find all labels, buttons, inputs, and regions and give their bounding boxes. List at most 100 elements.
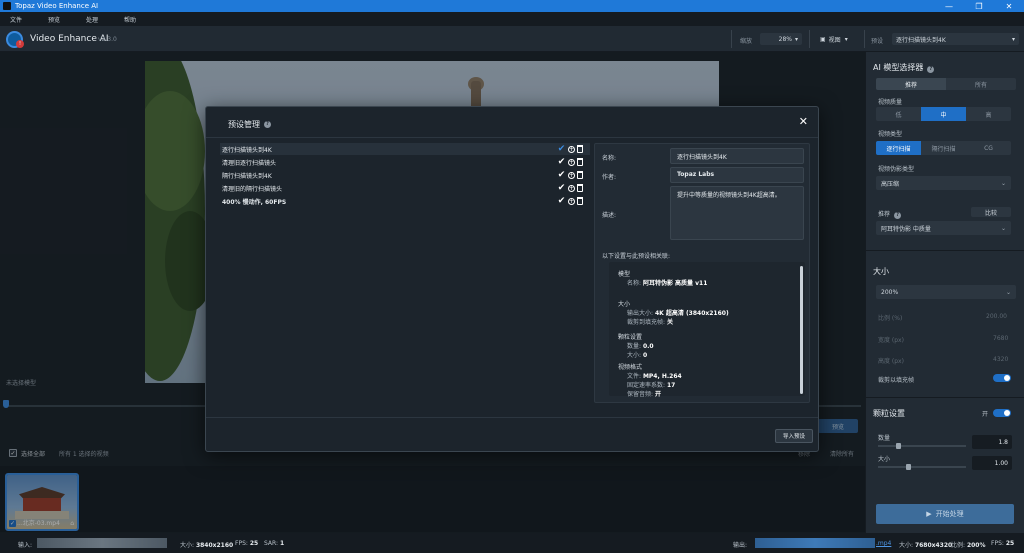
output-ratio-key: 比例: — [951, 542, 967, 549]
zoom-label: 缩放 — [740, 38, 753, 45]
status-bar: 输入: 大小: 3840x2160 FPS: 25 SAR: 1 输出: .mp… — [0, 533, 1024, 553]
author-field[interactable]: Topaz Labs — [670, 167, 804, 183]
delete-icon[interactable] — [577, 145, 583, 153]
settings-scrollbar[interactable] — [800, 266, 803, 394]
type-cg[interactable]: CG — [966, 141, 1011, 155]
apply-check-icon[interactable]: ✔ — [557, 157, 566, 167]
tab-all[interactable]: 所有 — [946, 78, 1016, 90]
grain-size-slider-knob[interactable] — [906, 464, 911, 470]
quality-medium[interactable]: 中 — [921, 107, 966, 121]
preset-list: 逐行扫描镜头到4K ✔ + 清理旧逐行扫描镜头 ✔ + 隔行扫描镜头到4K ✔ + 清… — [220, 143, 590, 417]
settings-row: 裁剪到填充帧: 关 — [618, 318, 729, 327]
duplicate-icon[interactable]: + — [568, 145, 575, 153]
apply-check-icon[interactable]: ✔ — [557, 183, 566, 193]
delete-icon[interactable] — [577, 184, 583, 192]
close-dialog-icon[interactable]: ✕ — [799, 115, 808, 128]
settings-group-size: 大小 输出大小: 4K 超高清 (3840x2160) 裁剪到填充帧: 关 — [618, 300, 729, 327]
settings-value: 4K 超高清 (3840x2160) — [654, 310, 729, 317]
type-progressive[interactable]: 逐行扫描 — [876, 141, 921, 155]
menu-preview[interactable]: 预览 — [48, 15, 60, 24]
title-bar: Topaz Video Enhance AI — ❐ ✕ — [0, 0, 1024, 12]
recommended-model-value: 阿耳特伪影 中质量 — [881, 225, 931, 233]
duplicate-icon[interactable]: + — [568, 184, 575, 192]
author-value: Topaz Labs — [677, 171, 715, 178]
view-icon: ▣ — [820, 35, 826, 43]
scale-label: 比例 (%) — [878, 315, 903, 322]
amount-slider-knob[interactable] — [896, 443, 901, 449]
preset-name: 清理旧逐行扫描镜头 — [222, 159, 277, 167]
name-field[interactable]: 逐行扫描镜头到4K — [670, 148, 804, 164]
output-size: 大小: 7680x4320 — [899, 540, 952, 549]
apply-check-icon[interactable]: ✔ — [557, 196, 566, 206]
associated-settings-label: 以下设置与此预设相关联: — [602, 253, 671, 260]
type-interlaced[interactable]: 隔行扫描 — [921, 141, 966, 155]
apply-check-icon[interactable]: ✔ — [557, 170, 566, 180]
close-window-button[interactable]: ✕ — [994, 0, 1024, 12]
delete-icon[interactable] — [577, 197, 583, 205]
input-label: 输入: — [18, 542, 33, 549]
input-size: 大小: 3840x2160 — [180, 540, 233, 549]
zoom-select[interactable]: 28% ▾ — [760, 33, 802, 45]
grain-size-input[interactable]: 1.00 — [972, 456, 1012, 470]
preset-row[interactable]: 清理旧的隔行扫描镜头 ✔ + — [220, 182, 590, 194]
minimize-button[interactable]: — — [934, 0, 964, 12]
menu-help[interactable]: 帮助 — [124, 15, 136, 24]
preset-row[interactable]: 逐行扫描镜头到4K ✔ + — [220, 143, 590, 155]
settings-group-heading: 模型 — [618, 271, 631, 278]
duplicate-icon[interactable]: + — [568, 171, 575, 179]
preset-row[interactable]: 400% 慢动作, 60FPS ✔ + — [220, 195, 590, 207]
amount-slider[interactable] — [878, 443, 966, 449]
import-preset-button[interactable]: 导入预设 — [775, 429, 813, 443]
ai-model-selector-text: AI 模型选择器 — [873, 63, 924, 72]
start-processing-label: 开始处理 — [935, 510, 964, 518]
grain-toggle[interactable] — [993, 409, 1011, 417]
compare-button[interactable]: 比较 — [971, 207, 1011, 217]
output-ratio: 比例: 200% — [951, 540, 985, 549]
output-file-link[interactable]: .mp4 — [876, 540, 891, 547]
divider — [866, 397, 1024, 398]
settings-key: 保留音频: — [627, 391, 655, 398]
height-label: 高度 (px) — [878, 358, 904, 365]
input-sar: SAR: 1 — [264, 540, 284, 547]
settings-key: 输出大小: — [627, 310, 655, 317]
preset-row[interactable]: 隔行扫描镜头到4K ✔ + — [220, 169, 590, 181]
tab-recommended[interactable]: 推荐 — [876, 78, 946, 90]
duplicate-icon[interactable]: + — [568, 197, 575, 205]
view-select[interactable]: ▣ 视图 ▾ — [816, 33, 858, 45]
recommend-text: 推荐 — [878, 211, 891, 218]
help-icon[interactable]: ? — [894, 212, 902, 219]
duplicate-icon[interactable]: + — [568, 158, 575, 166]
maximize-button[interactable]: ❐ — [964, 0, 994, 12]
quality-high[interactable]: 高 — [966, 107, 1011, 121]
applied-check-icon[interactable]: ✔ — [557, 144, 566, 154]
description-field[interactable]: 提升中等质量的视频镜头到4K超高清。 — [670, 186, 804, 240]
amount-input[interactable]: 1.8 — [972, 435, 1012, 449]
quality-low[interactable]: 低 — [876, 107, 921, 121]
help-icon[interactable]: ? — [264, 121, 271, 128]
input-path — [37, 538, 167, 548]
divider — [809, 30, 810, 48]
size-select[interactable]: 200% ⌄ — [876, 285, 1016, 299]
settings-row: 文件: MP4, H.264 — [618, 372, 682, 381]
chevron-down-icon: ▾ — [794, 35, 798, 43]
settings-row: 保留音频: 开 — [618, 390, 682, 399]
menu-file[interactable]: 文件 — [10, 15, 22, 24]
delete-icon[interactable] — [577, 171, 583, 179]
associated-settings-list: 模型 名称: 阿耳特伪影 高质量 v11 大小 输出大小: 4K 超高清 (38… — [609, 262, 805, 399]
artifact-type-select[interactable]: 高压缩 ⌄ — [876, 176, 1011, 190]
output-ratio-value: 200% — [966, 542, 986, 549]
settings-row: 大小: 0 — [618, 351, 654, 360]
preset-row[interactable]: 清理旧逐行扫描镜头 ✔ + — [220, 156, 590, 168]
menu-process[interactable]: 处理 — [86, 15, 98, 24]
recommended-model-select[interactable]: 阿耳特伪影 中质量 ⌄ — [876, 221, 1011, 235]
output-size-key: 大小: — [899, 542, 915, 549]
grain-size-slider[interactable] — [878, 464, 966, 470]
notification-badge[interactable]: ! — [16, 40, 24, 48]
preset-select[interactable]: 逐行扫描镜头到4K ▾ — [892, 33, 1019, 45]
crop-toggle[interactable] — [993, 374, 1011, 382]
start-processing-button[interactable]: ▶ 开始处理 — [876, 504, 1014, 524]
description-value: 提升中等质量的视频镜头到4K超高清。 — [677, 192, 781, 199]
help-icon[interactable]: ? — [927, 66, 935, 73]
delete-icon[interactable] — [577, 158, 583, 166]
preset-details: 名称: 逐行扫描镜头到4K 作者: Topaz Labs 描述: 提升中等质量的… — [594, 143, 810, 403]
